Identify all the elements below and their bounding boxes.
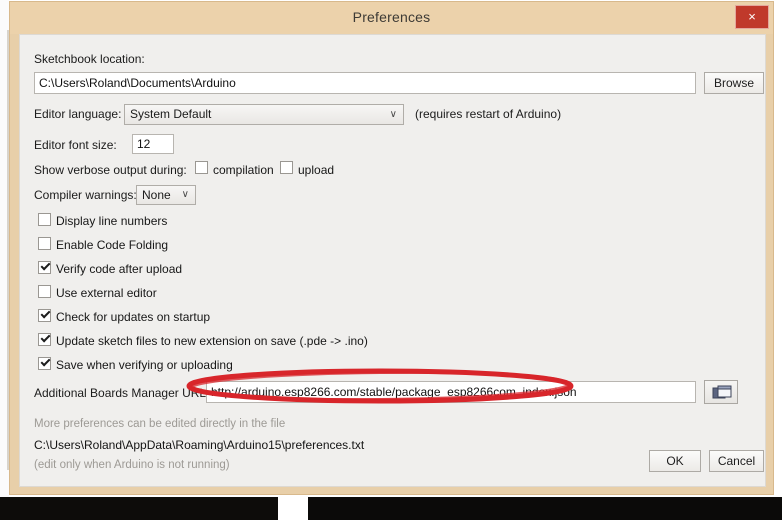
ok-button[interactable]: OK (649, 450, 701, 472)
cancel-button[interactable]: Cancel (709, 450, 764, 472)
editor-language-label: Editor language: (34, 107, 122, 121)
checkbox-label-check-for-updates[interactable]: Check for updates on startup (56, 310, 210, 324)
checkbox-enable-code-folding[interactable] (38, 237, 51, 250)
boards-manager-urls-input[interactable]: http://arduino.esp8266.com/stable/packag… (206, 381, 696, 403)
checkbox-update-sketch-files[interactable] (38, 333, 51, 346)
checkbox-verify-code-after-upload[interactable] (38, 261, 51, 274)
checkbox-label-use-external-editor[interactable]: Use external editor (56, 286, 157, 300)
verbose-compilation-checkbox[interactable] (195, 161, 208, 174)
desktop-taskbar-left (0, 497, 278, 520)
sketchbook-location-label: Sketchbook location: (34, 52, 145, 66)
checkbox-label-update-sketch-files[interactable]: Update sketch files to new extension on … (56, 334, 368, 348)
editor-font-size-input[interactable]: 12 (132, 134, 174, 154)
checkbox-display-line-numbers[interactable] (38, 213, 51, 226)
verbose-output-label: Show verbose output during: (34, 163, 187, 177)
checkbox-label-enable-code-folding[interactable]: Enable Code Folding (56, 238, 168, 252)
window-title: Preferences (352, 9, 431, 25)
preferences-file-path: C:\Users\Roland\AppData\Roaming\Arduino1… (34, 438, 365, 452)
verbose-upload-label[interactable]: upload (298, 163, 334, 177)
editor-language-note: (requires restart of Arduino) (415, 107, 562, 121)
dialog-client-area: Sketchbook location: C:\Users\Roland\Doc… (19, 34, 766, 487)
compiler-warnings-label: Compiler warnings: (34, 188, 137, 202)
footer-note-line: More preferences can be edited directly … (34, 418, 286, 430)
checkbox-label-verify-code-after-upload[interactable]: Verify code after upload (56, 262, 182, 276)
checkbox-save-when-verifying[interactable] (38, 357, 51, 370)
close-icon[interactable]: × (735, 5, 769, 29)
checkbox-use-external-editor[interactable] (38, 285, 51, 298)
chevron-down-icon: ∨ (181, 189, 189, 200)
editor-language-select[interactable]: System Default ∨ (124, 104, 404, 125)
chevron-down-icon: ∨ (389, 109, 397, 120)
checkbox-label-display-line-numbers[interactable]: Display line numbers (56, 214, 167, 228)
checkbox-label-save-when-verifying[interactable]: Save when verifying or uploading (56, 358, 233, 372)
browse-button[interactable]: Browse (704, 72, 764, 94)
verbose-upload-checkbox[interactable] (280, 161, 293, 174)
desktop-taskbar-right (308, 497, 782, 520)
compiler-warnings-select[interactable]: None ∨ (136, 185, 196, 205)
screenshot-root: Preferences × Sketchbook location: C:\Us… (0, 0, 782, 520)
title-bar: Preferences × (10, 2, 773, 34)
checkbox-check-for-updates[interactable] (38, 309, 51, 322)
footer-edit-warning: (edit only when Arduino is not running) (34, 459, 230, 471)
verbose-compilation-label[interactable]: compilation (213, 163, 274, 177)
boards-manager-urls-label: Additional Boards Manager URLs: (34, 386, 216, 400)
preferences-window: Preferences × Sketchbook location: C:\Us… (9, 1, 774, 495)
compiler-warnings-value: None (142, 188, 171, 202)
sketchbook-location-input[interactable]: C:\Users\Roland\Documents\Arduino (34, 72, 696, 94)
editor-language-value: System Default (130, 107, 212, 121)
editor-font-size-label: Editor font size: (34, 138, 117, 152)
open-window-icon (712, 385, 732, 399)
open-window-icon-button[interactable] (704, 380, 738, 404)
